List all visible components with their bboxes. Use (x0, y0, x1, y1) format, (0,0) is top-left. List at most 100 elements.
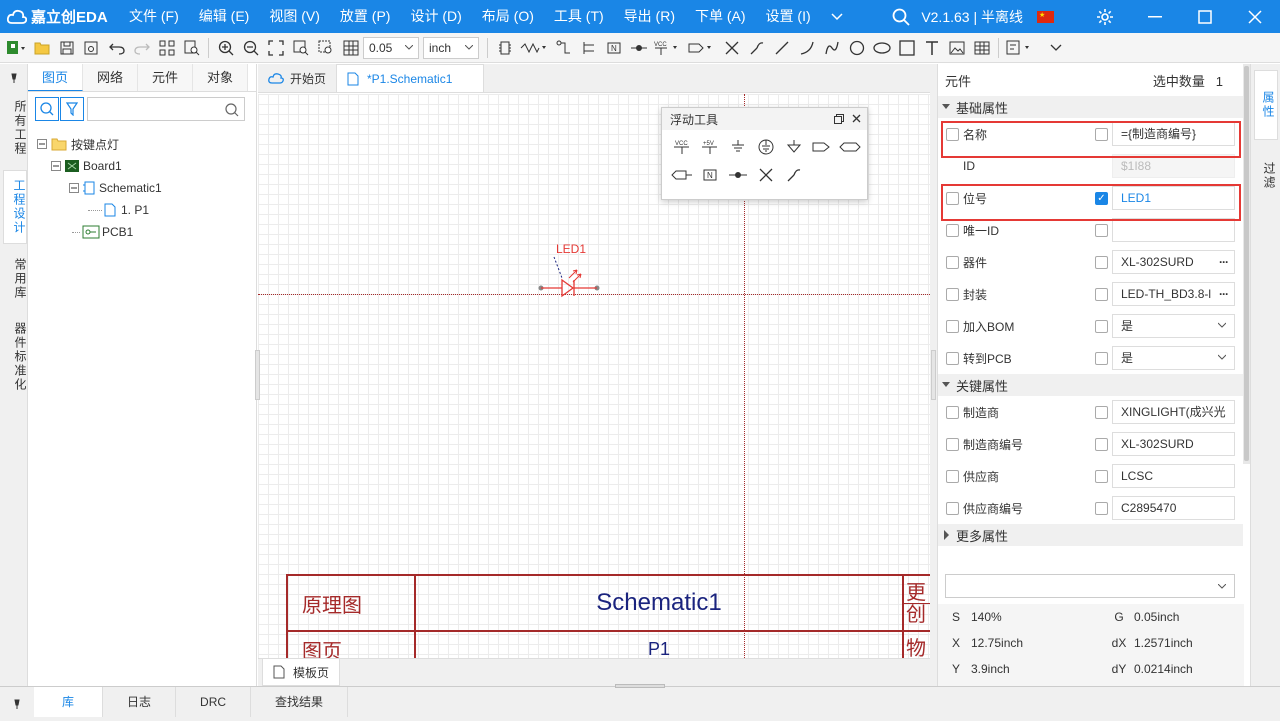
more-dots-icon[interactable]: ··· (1219, 251, 1229, 273)
property-value-field[interactable]: 是 (1112, 314, 1235, 338)
junction-icon[interactable] (724, 164, 752, 186)
new-icon[interactable] (4, 35, 29, 61)
image-icon[interactable] (944, 35, 969, 61)
more-dots-icon[interactable]: ··· (1219, 283, 1229, 305)
table-icon[interactable] (969, 35, 994, 61)
tab-find-results[interactable]: 查找结果 (251, 687, 349, 717)
tab-start-page[interactable]: 开始页 (258, 64, 336, 92)
property-visible-checkbox[interactable] (1095, 287, 1108, 301)
tree-search-input[interactable] (87, 97, 245, 121)
close-icon[interactable] (1230, 9, 1280, 24)
minimize-icon[interactable] (1130, 15, 1180, 18)
ellipse-icon[interactable] (869, 35, 894, 61)
vcc-icon[interactable]: VCC (668, 136, 696, 158)
grid-select-icon[interactable] (154, 35, 179, 61)
bus-icon[interactable] (551, 35, 576, 61)
property-value-field[interactable]: 是 (1112, 346, 1235, 370)
more-properties-select[interactable] (945, 574, 1235, 598)
filter-icon[interactable] (60, 97, 84, 121)
text-icon[interactable] (919, 35, 944, 61)
scrollbar-thumb[interactable] (1244, 66, 1249, 461)
property-value-field[interactable]: XL-302SURD ··· (1112, 250, 1235, 274)
pin-icon[interactable] (0, 687, 34, 721)
tree-node-board[interactable]: Board1 (28, 155, 256, 177)
no-connect-icon[interactable] (719, 35, 744, 61)
property-include-checkbox[interactable] (946, 351, 959, 365)
property-value-field[interactable]: LED-TH_BD3.8-l ··· (1112, 282, 1235, 306)
net-label-icon[interactable]: N (696, 164, 724, 186)
menu-layout[interactable]: 布局 (O) (472, 0, 544, 33)
no-connect-icon[interactable] (752, 164, 780, 186)
grid-icon[interactable] (338, 35, 363, 61)
bottom-splitter-handle[interactable] (615, 684, 665, 688)
menu-view[interactable]: 视图 (V) (259, 0, 330, 33)
property-value-field[interactable] (1112, 218, 1235, 242)
net-port-in-icon[interactable] (668, 164, 696, 186)
save-all-icon[interactable] (79, 35, 104, 61)
tab-log[interactable]: 日志 (103, 687, 177, 717)
gear-icon[interactable] (1080, 8, 1130, 26)
menu-export[interactable]: 导出 (R) (614, 0, 685, 33)
menu-design[interactable]: 设计 (D) (400, 0, 471, 33)
property-visible-checkbox[interactable] (1095, 319, 1108, 333)
property-visible-checkbox[interactable] (1095, 223, 1108, 237)
tree-node-page[interactable]: 1. P1 (28, 199, 256, 221)
property-include-checkbox[interactable] (946, 223, 959, 237)
restore-icon[interactable] (834, 114, 844, 124)
property-value-field[interactable]: LCSC (1112, 464, 1235, 488)
find-icon[interactable] (179, 35, 204, 61)
property-visible-checkbox[interactable] (1095, 351, 1108, 365)
tab-drc[interactable]: DRC (176, 687, 252, 717)
probe-icon[interactable] (744, 35, 769, 61)
tree-node-pcb[interactable]: PCB1 (28, 221, 256, 243)
component-icon[interactable] (492, 35, 517, 61)
junction-icon[interactable] (626, 35, 651, 61)
section-key-properties[interactable]: 关键属性 (938, 374, 1243, 396)
tab-nets[interactable]: 网络 (83, 64, 138, 91)
undo-icon[interactable] (104, 35, 129, 61)
net-port-out-icon[interactable] (808, 136, 836, 158)
property-include-checkbox[interactable] (946, 287, 959, 301)
net-label-icon[interactable]: N (601, 35, 626, 61)
tree-node-project[interactable]: 按键点灯 (28, 133, 256, 155)
tab-device-standardization[interactable]: 器件标准化 (3, 314, 27, 400)
left-splitter-handle[interactable] (255, 350, 260, 400)
property-include-checkbox[interactable] (946, 501, 959, 515)
fit-view-icon[interactable] (263, 35, 288, 61)
maximize-icon[interactable] (1180, 9, 1230, 24)
circle-icon[interactable] (844, 35, 869, 61)
tab-common-library[interactable]: 常用库 (3, 250, 27, 308)
unit-select[interactable]: inch (423, 36, 479, 59)
net-port-icon[interactable] (685, 35, 719, 61)
tree-node-schematic[interactable]: Schematic1 (28, 177, 256, 199)
tab-pages[interactable]: 图页 (28, 64, 83, 91)
property-visible-checkbox[interactable] (1095, 405, 1108, 419)
grid-size-select[interactable]: 0.05 (363, 36, 419, 59)
property-visible-checkbox[interactable] (1095, 501, 1108, 515)
tab-library[interactable]: 库 (34, 687, 104, 717)
property-include-checkbox[interactable] (946, 469, 959, 483)
menu-file[interactable]: 文件 (F) (119, 0, 189, 33)
line-icon[interactable] (769, 35, 794, 61)
property-include-checkbox[interactable] (946, 405, 959, 419)
vcc-icon[interactable]: VCC (651, 35, 685, 61)
tab-all-projects[interactable]: 所有工程 (3, 92, 27, 164)
tab-template-page[interactable]: 模板页 (262, 659, 341, 686)
close-icon[interactable] (852, 114, 861, 123)
menu-tools[interactable]: 工具 (T) (544, 0, 614, 33)
property-visible-checkbox[interactable] (1095, 437, 1108, 451)
bezier-icon[interactable] (819, 35, 844, 61)
tab-components[interactable]: 元件 (138, 64, 193, 91)
zoom-area-icon[interactable] (288, 35, 313, 61)
redo-icon[interactable] (129, 35, 154, 61)
plus5v-icon[interactable]: +5V (696, 136, 724, 158)
property-value-field[interactable]: XINGLIGHT(成兴光 (1112, 400, 1235, 424)
save-icon[interactable] (54, 35, 79, 61)
tab-properties[interactable]: 属性 (1254, 70, 1278, 140)
property-visible-checkbox[interactable] (1095, 469, 1108, 483)
property-visible-checkbox[interactable] (1095, 255, 1108, 269)
toolbar-chevron-down-icon[interactable] (1043, 35, 1068, 61)
menu-place[interactable]: 放置 (P) (330, 0, 401, 33)
tab-project-design[interactable]: 工程设计 (3, 170, 27, 244)
search-icon[interactable] (35, 97, 59, 121)
